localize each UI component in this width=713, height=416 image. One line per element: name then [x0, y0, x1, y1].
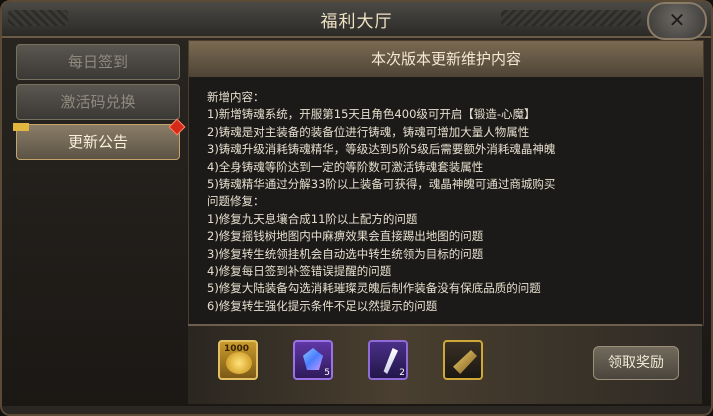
tab-daily-signin[interactable]: 每日签到: [16, 44, 180, 80]
tab-activation-code[interactable]: 激活码兑换: [16, 84, 180, 120]
notice-line: 6)修复转生强化提示条件不足以然提示的问题: [207, 298, 438, 313]
notice-line: 3)铸魂升级消耗铸魂精华，等级达到5阶5级后需要额外消耗魂晶神魄: [207, 142, 556, 157]
notice-line: 1)修复九天息壤合成11阶以上配方的问题: [207, 211, 418, 226]
feather-icon: [383, 348, 398, 374]
notification-badge-icon: [168, 118, 186, 136]
item-count: 5: [324, 368, 330, 378]
notice-body[interactable]: 新增内容： 1)新增铸魂系统，开服第15天且角色400级可开启【锻造-心魔】 2…: [207, 89, 685, 321]
notice-panel: 本次版本更新维护内容 新增内容： 1)新增铸魂系统，开服第15天且角色400级可…: [188, 40, 704, 326]
gold-coins-icon: [226, 352, 252, 374]
notice-line: 问题修复：: [207, 194, 265, 209]
gold-amount-label: 1000: [224, 344, 250, 354]
title-decoration-right: [501, 10, 641, 26]
sidebar: 每日签到 激活码兑换 更新公告: [12, 42, 186, 402]
tab-update-notice[interactable]: 更新公告: [13, 118, 186, 160]
crystal-icon: [303, 348, 323, 370]
notice-header: 本次版本更新维护内容: [189, 41, 703, 77]
notice-line: 5)铸魂精华通过分解33阶以上装备可获得，魂晶神魄可通过商城购买: [207, 177, 556, 192]
reward-item-feather[interactable]: 2: [368, 340, 408, 380]
close-icon: ✕: [668, 8, 686, 32]
bottom-strip: [2, 406, 711, 414]
notice-line: 新增内容：: [207, 90, 265, 104]
bookmark-icon: [13, 123, 29, 131]
notice-line: 4)修复每日签到补签错误提醒的问题: [207, 264, 392, 279]
title-bar: 福利大厅 ✕: [2, 2, 711, 40]
reward-item-blade[interactable]: [443, 340, 483, 380]
notice-line: 4)全身铸魂等阶达到一定的等阶数可激活铸魂套装属性: [207, 159, 484, 174]
claim-reward-button[interactable]: 领取奖励: [593, 346, 679, 380]
reward-item-crystal[interactable]: 5: [293, 340, 333, 380]
close-button[interactable]: ✕: [647, 2, 707, 40]
notice-line: 1)新增铸魂系统，开服第15天且角色400级可开启【锻造-心魔】: [207, 107, 536, 122]
rewards-bar: 1000 5 2 领取奖励: [188, 326, 702, 404]
notice-line: 5)修复大陆装备勾选消耗璀璨灵魄后制作装备没有保底品质的问题: [207, 281, 541, 296]
welfare-hall-window: 福利大厅 ✕ 每日签到 激活码兑换 更新公告 本次版本更新维护内容 新增内容： …: [0, 0, 713, 416]
tab-update-notice-label: 更新公告: [67, 133, 128, 151]
notice-line: 2)修复摇钱树地图内中麻痹效果会直接踢出地图的问题: [207, 229, 484, 244]
blade-icon: [453, 350, 477, 374]
reward-item-gold[interactable]: 1000: [218, 340, 258, 380]
notice-line: 2)铸魂是对主装备的装备位进行铸魂，铸魂可增加大量人物属性: [207, 124, 530, 139]
item-count: 2: [399, 368, 405, 378]
notice-line: 3)修复转生统领挂机会自动选中转生统领为目标的问题: [207, 246, 484, 261]
